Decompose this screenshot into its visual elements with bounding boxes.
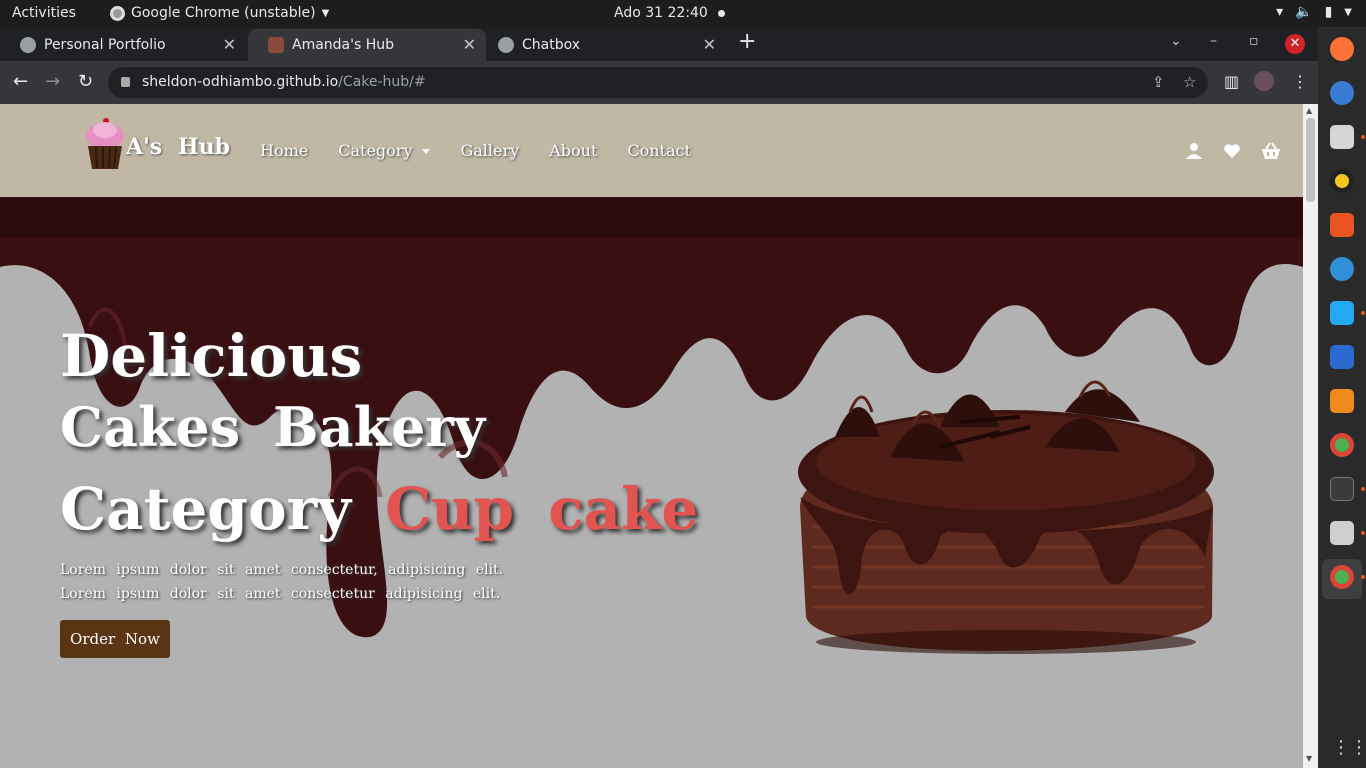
chevron-down-icon: ▼ (1344, 6, 1352, 18)
running-indicator (1361, 135, 1365, 139)
star-icon[interactable]: ☆ (1183, 67, 1196, 98)
brand-name[interactable]: A's Hub (126, 134, 230, 160)
globe-icon (20, 37, 36, 53)
software-center-icon[interactable] (1330, 213, 1354, 237)
running-indicator (1361, 575, 1365, 579)
battery-icon: ▮ (1324, 4, 1333, 20)
tab-strip: Personal Portfolio ✕ Amanda's Hub ✕ Chat… (0, 27, 1318, 61)
url-path: /Cake-hub/# (338, 74, 426, 90)
address-bar[interactable]: sheldon-odhiambo.github.io/Cake-hub/# ⇪ … (108, 67, 1208, 98)
globe-icon (498, 37, 514, 53)
order-now-button[interactable]: Order Now (60, 620, 170, 658)
tab-personal-portfolio[interactable]: Personal Portfolio ✕ (0, 29, 246, 61)
nav-gallery[interactable]: Gallery (460, 141, 519, 160)
cake-favicon-icon (268, 37, 284, 53)
hero-text-line-1: Lorem ipsum dolor sit amet consectetur, … (60, 562, 504, 578)
maximize-button[interactable]: ▫ (1249, 33, 1259, 49)
hero-category-word: Category (60, 475, 351, 543)
app-grid-icon[interactable]: ⋮⋮⋮ (1332, 737, 1366, 758)
user-icon[interactable] (1185, 142, 1203, 160)
hero-title-line-2: Cakes Bakery (60, 395, 486, 459)
hero-title-line-1: Delicious (60, 322, 363, 390)
web-page: A's Hub Home Category Gallery About Cont… (0, 104, 1303, 768)
tab-amandas-hub[interactable]: Amanda's Hub ✕ (248, 29, 486, 61)
terminal-icon[interactable] (1330, 477, 1354, 501)
app-menu[interactable]: Google Chrome (unstable) ▼ (110, 5, 329, 21)
activities-button[interactable]: Activities (12, 5, 76, 21)
basket-icon[interactable] (1261, 142, 1281, 160)
hero-description: Lorem ipsum dolor sit amet consectetur, … (60, 558, 503, 606)
nav-category-label: Category (338, 141, 413, 160)
hero-highlight-cake: cake (548, 475, 699, 543)
new-tab-button[interactable]: + (738, 29, 756, 54)
thunderbird-icon[interactable] (1330, 81, 1354, 105)
tab-title: Chatbox (522, 37, 581, 53)
vscode-icon[interactable] (1330, 301, 1354, 325)
vlc-icon[interactable] (1330, 389, 1354, 413)
chevron-down-icon: ▼ (321, 7, 330, 19)
caret-down-icon (422, 149, 431, 154)
close-tab-icon[interactable]: ✕ (463, 35, 476, 54)
tab-search-icon[interactable]: ⌄ (1170, 33, 1182, 49)
reload-icon[interactable]: ↻ (78, 71, 93, 92)
chrome-icon (110, 5, 125, 21)
close-tab-icon[interactable]: ✕ (703, 35, 716, 54)
running-indicator (1361, 487, 1365, 491)
rhythmbox-icon[interactable] (1330, 169, 1354, 193)
url-host: sheldon-odhiambo.github.io (142, 74, 339, 90)
ubuntu-dock: ⋮⋮⋮ (1318, 27, 1366, 768)
side-panel-icon[interactable]: ▥ (1224, 72, 1239, 91)
running-indicator (1361, 531, 1365, 535)
tab-title: Amanda's Hub (292, 37, 395, 53)
hero-section: Delicious Cakes Bakery Category Cup cake… (0, 197, 1303, 768)
chrome-dev-icon[interactable] (1330, 565, 1354, 589)
chrome-icon[interactable] (1330, 433, 1354, 457)
nav-home[interactable]: Home (260, 141, 308, 160)
forward-arrow-icon[interactable]: → (45, 71, 60, 92)
system-top-bar: Activities Google Chrome (unstable) ▼ Ad… (0, 0, 1366, 27)
heart-icon[interactable] (1223, 142, 1241, 160)
close-tab-icon[interactable]: ✕ (223, 35, 236, 54)
hero-text-line-2: Lorem ipsum dolor sit amet consectetur a… (60, 586, 501, 602)
browser-toolbar: ← → ↻ sheldon-odhiambo.github.io/Cake-hu… (0, 61, 1318, 104)
profile-avatar[interactable] (1254, 71, 1274, 91)
tab-chatbox[interactable]: Chatbox ✕ (478, 29, 726, 61)
close-window-button[interactable]: ✕ (1285, 34, 1305, 54)
menu-icon[interactable]: ⋮ (1292, 72, 1308, 91)
clock[interactable]: Ado 31 22:40 (614, 5, 708, 21)
files-icon[interactable] (1330, 125, 1354, 149)
scrollbar-thumb[interactable] (1306, 118, 1315, 202)
nav-about[interactable]: About (549, 141, 597, 160)
system-tray[interactable]: ▾ 🔈 ▮ ▼ (1276, 4, 1352, 20)
cupcake-logo-icon[interactable] (84, 116, 126, 170)
nav-contact[interactable]: Contact (627, 141, 691, 160)
back-arrow-icon[interactable]: ← (13, 71, 28, 92)
header-icons (1185, 142, 1281, 160)
wifi-icon: ▾ (1276, 4, 1284, 20)
nav-category[interactable]: Category (338, 141, 431, 160)
tab-title: Personal Portfolio (44, 37, 166, 53)
help-icon[interactable] (1330, 257, 1354, 281)
share-icon[interactable]: ⇪ (1152, 67, 1165, 98)
firefox-icon[interactable] (1330, 37, 1354, 61)
image-viewer-icon[interactable] (1330, 521, 1354, 545)
scroll-up-icon[interactable]: ▲ (1306, 106, 1312, 115)
page-scrollbar[interactable]: ▲ ▼ (1303, 104, 1318, 768)
running-indicator (1361, 311, 1365, 315)
scroll-down-icon[interactable]: ▼ (1306, 754, 1312, 763)
chocolate-cake-image (798, 380, 1214, 654)
main-nav: Home Category Gallery About Contact (260, 141, 691, 160)
lock-icon (121, 77, 130, 87)
hero-title-line-3: Category Cup cake (60, 475, 698, 543)
minimize-button[interactable]: – (1210, 33, 1217, 49)
app-menu-label: Google Chrome (unstable) (131, 5, 316, 21)
document-viewer-icon[interactable] (1330, 345, 1354, 369)
hero-highlight-cup: Cup (385, 475, 515, 543)
volume-icon: 🔈 (1295, 4, 1313, 20)
site-header: A's Hub Home Category Gallery About Cont… (0, 104, 1303, 197)
notification-dot (718, 10, 725, 17)
